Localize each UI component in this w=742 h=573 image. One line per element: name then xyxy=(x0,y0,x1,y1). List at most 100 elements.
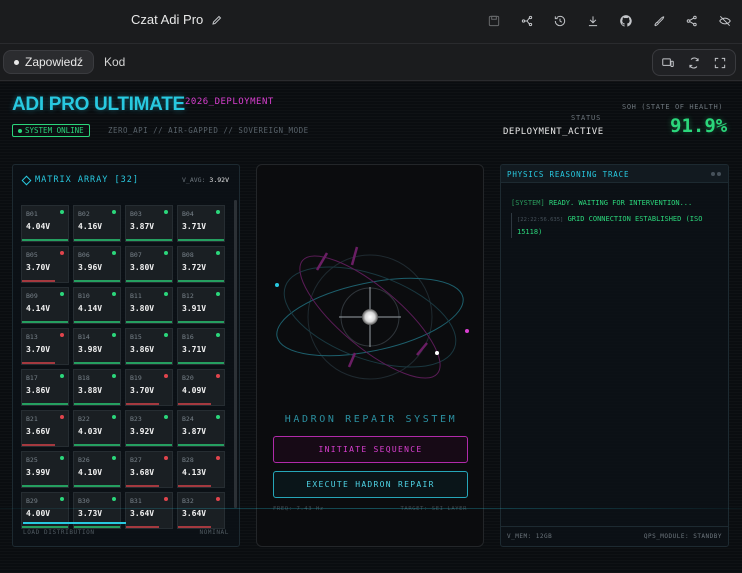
battery-cell[interactable]: B24 3.87V xyxy=(177,410,225,447)
battery-cell[interactable]: B05 3.70V xyxy=(21,246,69,283)
battery-cell[interactable]: B26 4.10V xyxy=(73,451,121,488)
cell-id: B28 xyxy=(182,456,194,464)
battery-cell[interactable]: B17 3.86V xyxy=(21,369,69,406)
battery-cell[interactable]: B11 3.80V xyxy=(125,287,173,324)
cell-status-dot-icon xyxy=(112,292,116,296)
battery-cell[interactable]: B14 3.98V xyxy=(73,328,121,365)
battery-cell[interactable]: B12 3.91V xyxy=(177,287,225,324)
matrix-title: MATRIX ARRAY [32] xyxy=(35,175,139,185)
cell-id: B29 xyxy=(26,497,38,505)
cell-level-bar xyxy=(74,239,120,241)
battery-cell[interactable]: B13 3.70V xyxy=(21,328,69,365)
log-system-line: [SYSTEM] READY. WAITING FOR INTERVENTION… xyxy=(511,198,692,208)
battery-cell[interactable]: B16 3.71V xyxy=(177,328,225,365)
cell-status-dot-icon xyxy=(60,292,64,296)
status-label: STATUS xyxy=(571,114,602,122)
cell-voltage: 3.87V xyxy=(182,427,207,436)
history-icon[interactable] xyxy=(549,10,571,32)
cell-status-dot-icon xyxy=(164,456,168,460)
battery-cell[interactable]: B08 3.72V xyxy=(177,246,225,283)
cell-level-bar xyxy=(74,280,120,282)
battery-cell[interactable]: B03 3.87V xyxy=(125,205,173,242)
cell-status-dot-icon xyxy=(216,333,220,337)
github-icon[interactable] xyxy=(615,10,637,32)
battery-cell[interactable]: B31 3.64V xyxy=(125,492,173,529)
cell-voltage: 3.68V xyxy=(130,468,155,477)
cell-id: B02 xyxy=(78,210,90,218)
scrollbar[interactable] xyxy=(234,200,237,508)
cell-id: B11 xyxy=(130,292,142,300)
cell-voltage: 3.71V xyxy=(182,345,207,354)
hadron-title: HADRON REPAIR SYSTEM xyxy=(284,414,458,425)
battery-cell[interactable]: B06 3.96V xyxy=(73,246,121,283)
soh-label: SOH (STATE OF HEALTH) xyxy=(622,103,724,111)
system-online-badge: SYSTEM ONLINE xyxy=(12,124,90,137)
trace-footer: V_MEM: 12GB QPS_MODULE: STANDBY xyxy=(501,526,728,546)
battery-cell[interactable]: B28 4.13V xyxy=(177,451,225,488)
cell-status-dot-icon xyxy=(112,333,116,337)
battery-cell[interactable]: B15 3.86V xyxy=(125,328,173,365)
fullscreen-icon[interactable] xyxy=(709,52,731,74)
initiate-sequence-button[interactable]: INITIATE SEQUENCE xyxy=(273,436,468,463)
cell-status-dot-icon xyxy=(164,415,168,419)
cell-id: B17 xyxy=(26,374,38,382)
load-label: LOAD DISTRIBUTION xyxy=(23,529,95,536)
cell-id: B06 xyxy=(78,251,90,259)
device-icon[interactable] xyxy=(657,52,679,74)
rocket-icon[interactable] xyxy=(648,10,670,32)
pencil-icon[interactable] xyxy=(211,14,223,26)
tab-preview[interactable]: Zapowiedź xyxy=(3,50,95,74)
battery-cell[interactable]: B04 3.71V xyxy=(177,205,225,242)
cell-id: B04 xyxy=(182,210,194,218)
cell-id: B05 xyxy=(26,251,38,259)
battery-cell[interactable]: B32 3.64V xyxy=(177,492,225,529)
battery-cell[interactable]: B19 3.70V xyxy=(125,369,173,406)
cell-status-dot-icon xyxy=(216,374,220,378)
cell-status-dot-icon xyxy=(164,292,168,296)
battery-cell[interactable]: B20 4.09V xyxy=(177,369,225,406)
load-status: NOMINAL xyxy=(199,529,229,536)
battery-cell[interactable]: B18 3.88V xyxy=(73,369,121,406)
cell-voltage: 3.96V xyxy=(78,263,103,272)
cell-level-bar xyxy=(126,321,172,323)
share-nodes-icon[interactable] xyxy=(516,10,538,32)
battery-cell[interactable]: B02 4.16V xyxy=(73,205,121,242)
cell-id: B25 xyxy=(26,456,38,464)
cell-id: B13 xyxy=(26,333,38,341)
download-icon[interactable] xyxy=(582,10,604,32)
share-icon[interactable] xyxy=(681,10,703,32)
cell-voltage: 3.99V xyxy=(26,468,51,477)
cell-level-bar xyxy=(178,403,212,405)
cell-level-bar xyxy=(178,280,224,282)
battery-cell[interactable]: B09 4.14V xyxy=(21,287,69,324)
cell-level-bar xyxy=(126,239,172,241)
battery-cell[interactable]: B07 3.80V xyxy=(125,246,173,283)
battery-cell[interactable]: B27 3.68V xyxy=(125,451,173,488)
execute-hadron-repair-button[interactable]: EXECUTE HADRON REPAIR xyxy=(273,471,468,498)
trace-panel: PHYSICS REASONING TRACE [SYSTEM] READY. … xyxy=(500,164,729,547)
battery-cell[interactable]: B10 4.14V xyxy=(73,287,121,324)
cell-status-dot-icon xyxy=(60,497,64,501)
cell-id: B30 xyxy=(78,497,90,505)
tab-code[interactable]: Kod xyxy=(94,50,135,74)
cell-voltage: 4.14V xyxy=(78,304,103,313)
log-entry: [22:22:56.635] GRID CONNECTION ESTABLISH… xyxy=(511,213,717,238)
battery-cell[interactable]: B01 4.04V xyxy=(21,205,69,242)
battery-cell[interactable]: B25 3.99V xyxy=(21,451,69,488)
cell-id: B03 xyxy=(130,210,142,218)
battery-cell[interactable]: B22 4.03V xyxy=(73,410,121,447)
cell-status-dot-icon xyxy=(60,456,64,460)
cell-id: B01 xyxy=(26,210,38,218)
refresh-icon[interactable] xyxy=(683,52,705,74)
cell-voltage: 4.04V xyxy=(26,222,51,231)
cell-grid: B01 4.04V B02 4.16V B03 3.87V B04 3.71V B05 3.70V… xyxy=(21,205,231,529)
cell-level-bar xyxy=(178,362,224,364)
tab-preview-label: Zapowiedź xyxy=(25,55,84,69)
save-icon[interactable] xyxy=(483,10,505,32)
cell-voltage: 3.86V xyxy=(130,345,155,354)
cube-icon xyxy=(21,175,32,185)
hide-icon[interactable] xyxy=(714,10,736,32)
online-label: SYSTEM ONLINE xyxy=(25,126,84,135)
battery-cell[interactable]: B21 3.66V xyxy=(21,410,69,447)
battery-cell[interactable]: B23 3.92V xyxy=(125,410,173,447)
